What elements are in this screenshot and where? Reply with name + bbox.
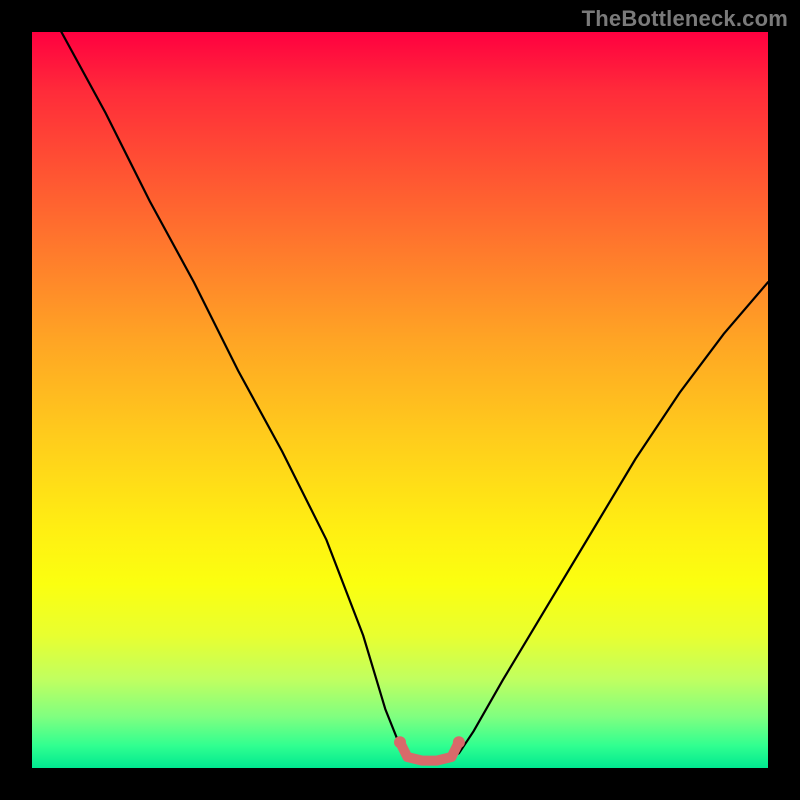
chart-svg	[32, 32, 768, 768]
marker-dot-right	[453, 736, 465, 748]
watermark-text: TheBottleneck.com	[582, 6, 788, 32]
bottleneck-curve	[61, 32, 768, 761]
chart-frame: TheBottleneck.com	[0, 0, 800, 800]
bottom-marker	[400, 742, 459, 760]
marker-dot-left	[394, 736, 406, 748]
plot-area	[32, 32, 768, 768]
